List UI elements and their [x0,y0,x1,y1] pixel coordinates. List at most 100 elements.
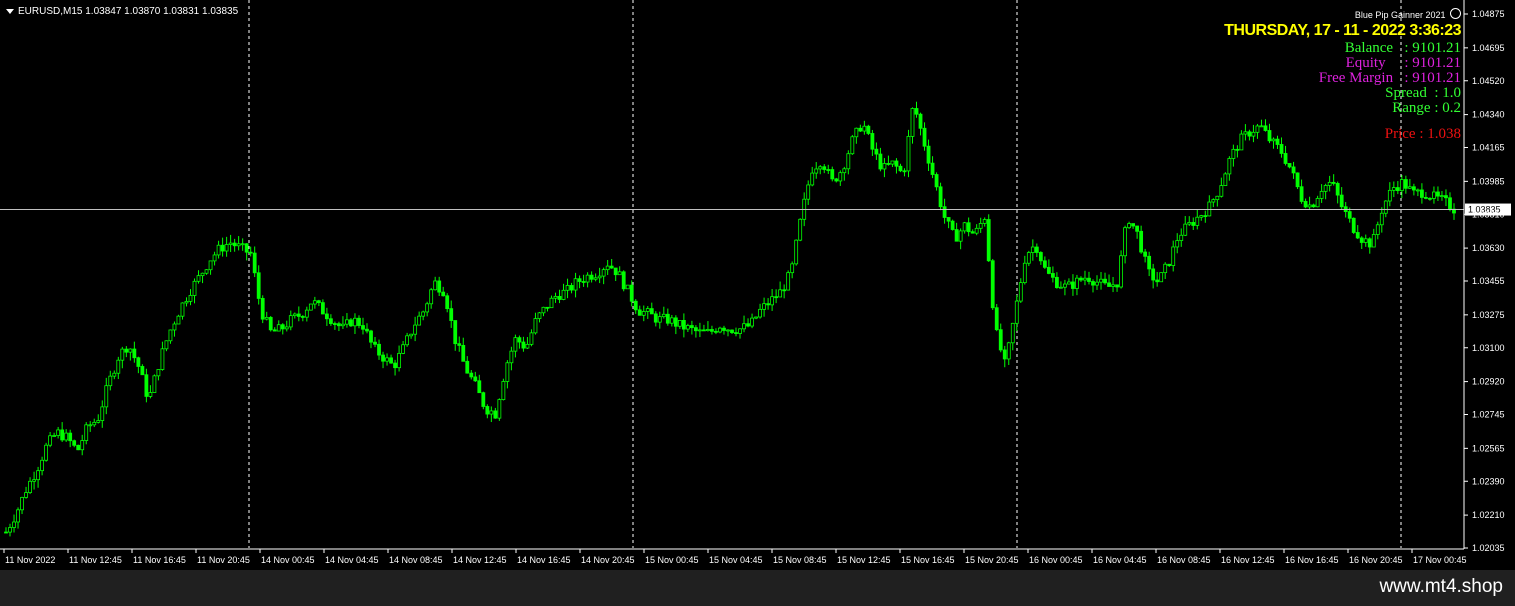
candle-body [1395,187,1400,192]
candle-body [288,315,293,328]
candle-body [320,302,325,315]
candle [706,321,710,332]
candle [694,325,698,338]
candle [324,307,329,326]
candle-body [966,222,971,233]
candle-body [601,269,606,277]
symbol-header[interactable]: EURUSD,M15 1.03847 1.03870 1.03831 1.038… [6,6,238,17]
candle [770,289,775,311]
candle-body [188,295,193,302]
candle-body [449,308,454,321]
candle [645,306,650,319]
candle [830,166,835,182]
candle-body [858,127,863,132]
ea-info-line: Equity : 9101.21 [1345,55,1461,71]
time-tick-label: 16 Nov 16:45 [1285,555,1339,565]
candle [316,299,321,307]
candle [409,333,414,339]
candle-body [116,359,121,374]
candle-body [429,289,434,305]
price-tick-label: 1.02565 [1472,443,1505,453]
candle-body [276,324,281,332]
time-tick-label: 11 Nov 16:45 [133,555,186,565]
candle-body [673,317,678,327]
candle [1095,275,1099,290]
candle [1219,177,1224,198]
candle [882,158,887,178]
candle [1131,223,1136,229]
candle [834,177,839,183]
candle [661,306,666,319]
candle [361,317,365,335]
candle-body [72,440,77,446]
candle [128,348,133,361]
footer-url[interactable]: www.mt4.shop [1379,576,1503,598]
candle-body [228,242,233,245]
candle [1067,278,1071,285]
price-tick-label: 1.03275 [1472,310,1505,320]
candle-body [28,480,32,493]
candle [72,439,77,448]
candle-body [216,244,221,256]
candle-body [962,222,967,232]
candle [12,514,16,533]
candle [1239,130,1244,151]
candle-body [754,316,758,319]
candle-body [1167,263,1172,266]
candle [782,284,787,299]
price-tick-label: 1.02210 [1472,510,1505,520]
candle [1111,276,1115,293]
ea-price-text: Price : 1.038 [1384,126,1461,142]
candle-body [425,303,430,313]
candle-body [810,172,815,186]
candle [341,316,345,329]
candle [1179,228,1184,247]
ea-info-line: Spread : 1.0 [1385,85,1461,101]
candle [593,273,598,282]
candle-body [714,330,718,333]
candle-body [866,125,871,134]
candle-body [365,328,369,332]
candlestick-chart[interactable]: 1.03835 1.048751.046951.045201.043401.04… [0,0,1515,570]
candle-body [1275,138,1280,145]
candle [216,240,221,259]
candle-body [196,275,201,282]
candle [1263,119,1268,132]
candle [1107,274,1111,287]
candle-body [477,380,482,394]
candle [1243,124,1248,141]
candle-body [393,362,397,369]
candle [156,369,161,381]
candle-body [613,267,618,276]
candle-body [328,318,333,324]
dropdown-triangle-icon[interactable] [6,8,14,14]
candle [1452,203,1456,220]
candle-body [561,289,566,300]
chart-area[interactable]: 1.03835 1.04875 1.04695 1.04520 1.04340 1.04… [0,0,1515,570]
candle-body [1195,216,1200,226]
candle-body [1271,138,1276,142]
candle [1227,156,1232,181]
candle-body [152,375,157,393]
candle [1387,182,1392,207]
candle [36,466,40,488]
candle-body [549,297,554,309]
ea-info-line: Balance : 9101.21 [1344,40,1461,56]
candle-body [32,479,36,482]
candle-body [1363,238,1368,243]
candle-body [1163,263,1168,274]
candle [401,341,405,355]
candle-body [316,300,321,304]
candle [1235,145,1240,158]
candle [685,323,690,332]
candle-body [1135,225,1140,232]
candle [1267,123,1272,144]
candle-body [341,323,345,327]
candle [738,328,742,339]
candle-body [565,285,570,291]
candle-body [308,303,313,311]
candle [353,313,357,334]
candle [1424,192,1428,200]
candle [1155,271,1160,287]
candle-body [718,327,722,333]
